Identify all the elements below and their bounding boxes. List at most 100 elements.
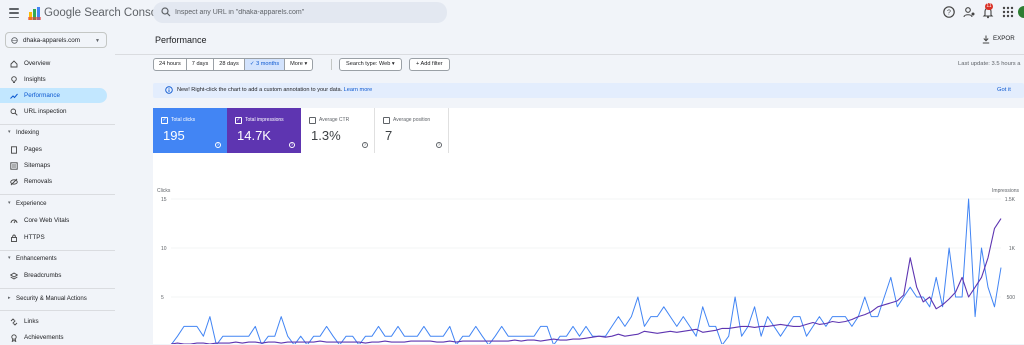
sidebar-item-links[interactable]: Links [0,314,107,329]
section-enhancements[interactable]: ▾ Enhancements [0,254,107,266]
removals-icon [10,178,18,186]
chart-svg[interactable]: ClicksImpressions151.5K101K55000010/26/2… [153,153,1024,344]
range-label: More [290,61,303,67]
range-7-days[interactable]: 7 days [187,59,215,70]
range-24-hours[interactable]: 24 hours [154,59,187,70]
menu-icon[interactable] [9,8,19,18]
performance-chart[interactable]: ClicksImpressions151.5K101K55000010/26/2… [153,153,1024,344]
range-28-days[interactable]: 28 days [214,59,245,70]
export-label: EXPOR [993,35,1015,42]
manage-users-icon[interactable] [962,5,976,19]
main-content: Performance EXPOR 24 hours 7 days 28 day… [115,27,1024,344]
brand-title[interactable]: Google Search Console [44,7,166,19]
chevron-down-icon: ▼ [95,38,100,44]
sidebar-item-label: Core Web Vitals [24,217,70,224]
sidebar-divider [0,250,115,251]
metric-average-ctr[interactable]: Average CTR 1.3% ? [301,108,375,153]
checkbox-icon[interactable] [309,117,316,124]
sidebar-item-achievements[interactable]: Achievements [0,330,107,345]
link-icon [10,318,18,326]
checkbox-checked-icon[interactable]: ✓ [161,117,168,124]
date-range-group: 24 hours 7 days 28 days ✓ 3 months More … [153,58,314,71]
sidebar-item-overview[interactable]: Overview [0,56,107,71]
range-label: 3 months [256,61,280,67]
metric-total-impressions[interactable]: ✓ Total impressions 14.7K ? [227,108,301,153]
section-security[interactable]: ▸ Security & Manual Actions [0,294,107,306]
caret-down-icon: ▾ [8,200,11,206]
sidebar-item-label: HTTPS [24,234,45,241]
range-3-months[interactable]: ✓ 3 months [244,59,286,70]
achievement-icon [11,334,17,342]
download-icon [982,35,990,44]
left-axis-label: Clicks [157,188,171,194]
help-icon[interactable]: ? [436,142,442,148]
sidebar-item-removals[interactable]: Removals [0,174,107,189]
section-label: Security & Manual Actions [16,295,87,302]
search-input[interactable] [175,5,435,20]
speed-icon [10,219,18,224]
sidebar-item-label: Performance [24,92,61,99]
section-experience[interactable]: ▾ Experience [0,199,107,211]
top-bar: Google Search Console ? 11 [0,0,1024,27]
metric-total-clicks[interactable]: ✓ Total clicks 195 ? [153,108,227,153]
section-indexing[interactable]: ▾ Indexing [0,128,107,140]
sidebar-item-label: Removals [24,178,52,185]
sidebar-item-label: Overview [24,60,51,67]
sidebar-item-https[interactable]: HTTPS [0,230,107,245]
help-icon[interactable]: ? [289,142,295,148]
left-tick-label: 5 [161,295,164,301]
apps-grid-icon[interactable] [1001,5,1015,19]
search-icon [161,7,171,17]
help-icon[interactable]: ? [942,5,956,19]
caret-down-icon: ▾ [8,255,11,261]
caret-right-icon: ▸ [8,295,11,301]
svg-text:?: ? [947,10,951,17]
sidebar-divider [0,194,115,195]
section-label: Enhancements [16,255,57,262]
checkbox-icon[interactable] [383,117,390,124]
filter-separator [331,59,332,70]
notification-badge: 11 [985,3,993,10]
help-icon[interactable]: ? [362,142,368,148]
sidebar-item-label: Breadcrumbs [24,272,62,279]
avatar[interactable] [1018,6,1024,18]
search-console-logo-icon[interactable] [28,6,42,21]
sidebar-item-label: URL inspection [24,108,67,115]
section-label: Experience [16,200,47,207]
add-filter-button[interactable]: + Add filter [409,58,450,71]
caret-down-icon: ▾ [304,61,308,67]
last-update-text: Last update: 3.5 hours a [958,61,1021,67]
metric-label: Average position [393,117,431,123]
got-it-button[interactable]: Got it [997,87,1011,93]
trending-up-icon [10,93,18,99]
url-inspection-search[interactable] [153,2,447,23]
learn-more-link[interactable]: Learn more [344,87,373,93]
insights-icon [11,76,17,83]
search-icon [10,108,18,116]
page-title: Performance [155,35,207,45]
metric-cards: ✓ Total clicks 195 ? ✓ Total impressions… [153,108,1024,153]
property-name: dhaka-apparels.com [23,36,81,44]
sidebar-item-insights[interactable]: Insights [0,72,107,87]
sidebar-item-label: Links [24,318,39,325]
sidebar-item-performance[interactable]: Performance [0,88,107,103]
range-more-dropdown[interactable]: More ▾ [285,59,312,70]
sidebar-item-pages[interactable]: Pages [0,142,107,157]
checkbox-checked-icon[interactable]: ✓ [235,117,242,124]
help-icon[interactable]: ? [215,142,221,148]
right-tick-label: 500 [1007,295,1016,301]
export-button[interactable]: EXPOR [982,35,1015,44]
add-filter-label: Add filter [420,61,443,67]
search-type-filter[interactable]: Search type: Web ▾ [339,58,402,71]
sidebar-item-url-inspection[interactable]: URL inspection [0,104,107,119]
sidebar-item-label: Insights [24,76,46,83]
sidebar-item-core-web-vitals[interactable]: Core Web Vitals [0,213,107,228]
series-line-clicks [171,198,1002,344]
sidebar-item-sitemaps[interactable]: Sitemaps [0,158,107,173]
sidebar-item-breadcrumbs[interactable]: Breadcrumbs [0,268,107,283]
property-selector[interactable]: dhaka-apparels.com ▼ [5,32,107,48]
metric-label: Average CTR [319,117,350,123]
right-tick-label: 1K [1009,246,1016,252]
metric-value: 1.3% [311,128,341,143]
metric-average-position[interactable]: Average position 7 ? [375,108,449,153]
